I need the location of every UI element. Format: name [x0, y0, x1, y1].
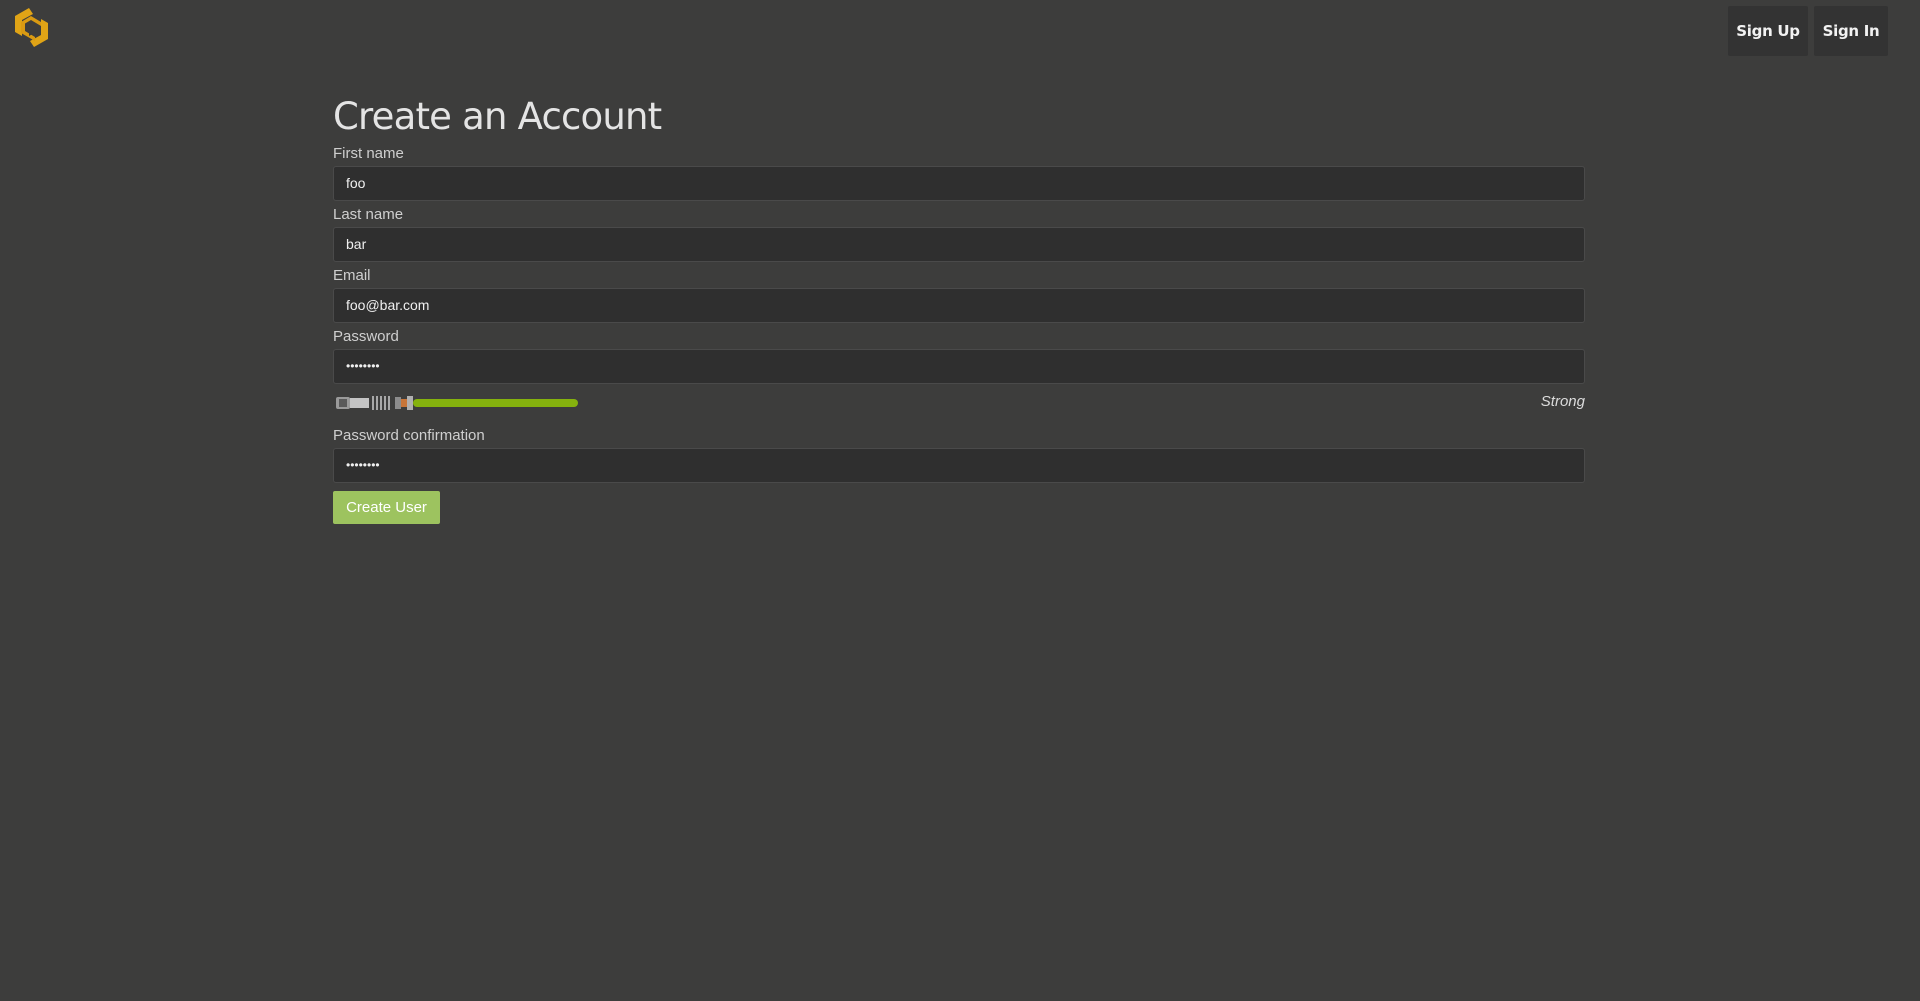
email-label: Email	[333, 267, 371, 284]
page-title: Create an Account	[333, 95, 662, 138]
first-name-field[interactable]: foo	[333, 166, 1585, 201]
create-user-button[interactable]: Create User	[333, 491, 440, 524]
password-confirmation-label: Password confirmation	[333, 427, 485, 444]
password-field[interactable]: ••••••••	[333, 349, 1585, 384]
email-field[interactable]: foo@bar.com	[333, 288, 1585, 323]
first-name-label: First name	[333, 145, 404, 162]
top-bar: Sign Up Sign In	[0, 0, 1920, 70]
signup-form: Create an Account First name foo Last na…	[333, 92, 1585, 524]
hexagon-logo-icon[interactable]	[7, 4, 56, 51]
password-strength-text: Strong	[1540, 393, 1585, 410]
lightsaber-icon	[336, 396, 578, 410]
last-name-label: Last name	[333, 206, 404, 223]
sign-in-button[interactable]: Sign In	[1814, 6, 1888, 56]
password-strength-meter: Strong	[333, 386, 1585, 418]
last-name-field[interactable]: bar	[333, 227, 1585, 262]
password-confirmation-field[interactable]: ••••••••	[333, 448, 1585, 483]
password-label: Password	[333, 328, 399, 345]
sign-up-button[interactable]: Sign Up	[1728, 6, 1808, 56]
top-nav: Sign Up Sign In	[1728, 6, 1888, 56]
